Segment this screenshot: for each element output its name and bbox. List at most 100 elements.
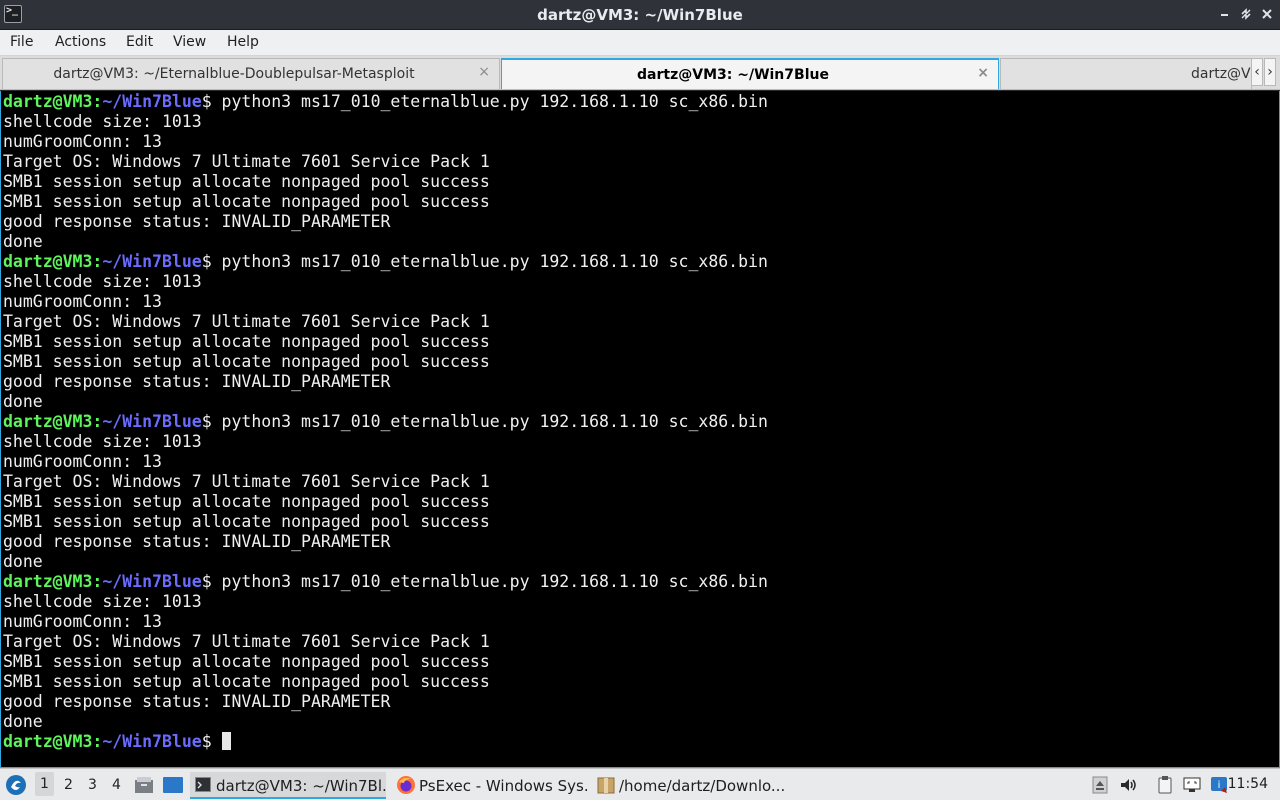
output-line: Target OS: Windows 7 Ultimate 7601 Servi… <box>3 152 490 171</box>
prompt-symbol: $ <box>201 92 212 111</box>
output-line: good response status: INVALID_PARAMETER <box>3 372 391 391</box>
svg-text:i: i <box>1218 780 1221 791</box>
clock[interactable]: 11:54 <box>1228 776 1268 792</box>
update-icon[interactable]: i <box>1209 775 1229 795</box>
output-line: SMB1 session setup allocate nonpaged poo… <box>3 492 490 511</box>
output-line: shellcode size: 1013 <box>3 112 202 131</box>
file-manager-icon[interactable] <box>134 775 154 795</box>
prompt-symbol: $ <box>201 732 212 751</box>
output-line: numGroomConn: 13 <box>3 612 162 631</box>
workspace-2[interactable]: 2 <box>64 777 73 793</box>
output-line: numGroomConn: 13 <box>3 132 162 151</box>
prompt-user: dartz@VM3 <box>3 412 93 431</box>
volume-icon[interactable] <box>1118 775 1138 795</box>
prompt-separator: : <box>92 572 103 591</box>
window-titlebar: dartz@VM3: ~/Win7Blue <box>0 0 1280 30</box>
output-line: done <box>3 392 43 411</box>
output-line: good response status: INVALID_PARAMETER <box>3 532 391 551</box>
output-line: done <box>3 552 43 571</box>
network-icon[interactable] <box>1182 775 1202 795</box>
menu-actions[interactable]: Actions <box>55 34 106 50</box>
prompt-line: dartz@VM3:~/Win7Blue$ python3 ms17_010_e… <box>3 252 768 272</box>
minimize-icon[interactable] <box>1216 5 1234 23</box>
prompt-line: dartz@VM3:~/Win7Blue$ python3 ms17_010_e… <box>3 412 768 432</box>
command-text: python3 ms17_010_eternalblue.py 192.168.… <box>211 412 768 431</box>
output-line: Target OS: Windows 7 Ultimate 7601 Servi… <box>3 632 490 651</box>
clipboard-icon[interactable] <box>1155 775 1175 795</box>
workspace-3[interactable]: 3 <box>88 777 97 793</box>
prompt-path: ~/Win7Blue <box>102 92 202 111</box>
command-text: python3 ms17_010_eternalblue.py 192.168.… <box>211 92 768 111</box>
output-line: shellcode size: 1013 <box>3 272 202 291</box>
taskbar-item-label: dartz@VM3: ~/Win7Bl... <box>216 777 386 795</box>
maximize-icon[interactable] <box>1237 5 1255 23</box>
prompt-separator: : <box>92 252 103 271</box>
taskbar-item-label: /home/dartz/Downlo... <box>619 777 786 795</box>
output-line: SMB1 session setup allocate nonpaged poo… <box>3 672 490 691</box>
output-line: numGroomConn: 13 <box>3 452 162 471</box>
workspace-1[interactable]: 1 <box>35 772 54 796</box>
tab-third[interactable]: dartz@VM3: ~/W <box>1000 58 1252 89</box>
taskbar-item-label: PsExec - Windows Sys... <box>419 777 589 795</box>
menu-view[interactable]: View <box>173 34 206 50</box>
tab-label: dartz@VM3: ~/W <box>1191 66 1251 82</box>
prompt-user: dartz@VM3 <box>3 732 93 751</box>
output-line: Target OS: Windows 7 Ultimate 7601 Servi… <box>3 312 490 331</box>
tab-label: dartz@VM3: ~/Win7Blue <box>637 67 829 83</box>
menu-file[interactable]: File <box>10 34 33 50</box>
tab-close-icon[interactable]: × <box>977 65 989 81</box>
terminal-output: dartz@VM3:~/Win7Blue$ python3 ms17_010_e… <box>3 92 768 752</box>
taskbar-item-archive[interactable]: /home/dartz/Downlo... <box>593 772 789 799</box>
taskbar: 1 2 3 4 dartz@VM3: ~/Win7Bl... PsExec - … <box>0 768 1280 800</box>
firefox-icon <box>396 775 416 795</box>
menu-help[interactable]: Help <box>227 34 259 50</box>
window-title: dartz@VM3: ~/Win7Blue <box>537 6 743 24</box>
menu-edit[interactable]: Edit <box>126 34 153 50</box>
show-desktop-icon[interactable] <box>162 775 184 795</box>
terminal-cursor <box>221 732 231 750</box>
tab-scroll-left-icon[interactable]: ‹ <box>1251 58 1263 86</box>
terminal-icon <box>195 777 211 792</box>
prompt-path: ~/Win7Blue <box>102 412 202 431</box>
tab-win7blue[interactable]: dartz@VM3: ~/Win7Blue × <box>501 58 999 89</box>
output-line: SMB1 session setup allocate nonpaged poo… <box>3 512 490 531</box>
prompt-symbol: $ <box>201 252 212 271</box>
tab-label: dartz@VM3: ~/Eternalblue-Doublepulsar-Me… <box>53 66 415 82</box>
output-line: shellcode size: 1013 <box>3 432 202 451</box>
prompt-user: dartz@VM3 <box>3 92 93 111</box>
taskbar-item-firefox[interactable]: PsExec - Windows Sys... <box>393 772 589 799</box>
archive-icon <box>596 775 616 795</box>
command-text: python3 ms17_010_eternalblue.py 192.168.… <box>211 252 768 271</box>
output-line: numGroomConn: 13 <box>3 292 162 311</box>
workspace-4[interactable]: 4 <box>112 777 121 793</box>
eject-icon[interactable] <box>1090 775 1110 795</box>
prompt-user: dartz@VM3 <box>3 572 93 591</box>
prompt-line: dartz@VM3:~/Win7Blue$ <box>3 732 768 752</box>
tab-bar: dartz@VM3: ~/Eternalblue-Doublepulsar-Me… <box>0 56 1280 90</box>
terminal-view[interactable]: dartz@VM3:~/Win7Blue$ python3 ms17_010_e… <box>0 91 1280 768</box>
prompt-user: dartz@VM3 <box>3 252 93 271</box>
tab-scroll-right-icon[interactable]: › <box>1264 58 1276 86</box>
tab-eternalblue-doublepulsar[interactable]: dartz@VM3: ~/Eternalblue-Doublepulsar-Me… <box>2 58 500 89</box>
taskbar-item-terminal[interactable]: dartz@VM3: ~/Win7Bl... <box>190 772 386 799</box>
prompt-separator: : <box>92 732 103 751</box>
start-menu-icon[interactable] <box>5 774 27 796</box>
output-line: done <box>3 712 43 731</box>
output-line: SMB1 session setup allocate nonpaged poo… <box>3 332 490 351</box>
output-line: shellcode size: 1013 <box>3 592 202 611</box>
command-text: python3 ms17_010_eternalblue.py 192.168.… <box>211 572 768 591</box>
prompt-symbol: $ <box>201 412 212 431</box>
tab-close-icon[interactable]: × <box>478 64 490 80</box>
output-line: good response status: INVALID_PARAMETER <box>3 692 391 711</box>
close-icon[interactable] <box>1258 5 1276 23</box>
prompt-path: ~/Win7Blue <box>102 732 202 751</box>
output-line: good response status: INVALID_PARAMETER <box>3 212 391 231</box>
prompt-path: ~/Win7Blue <box>102 572 202 591</box>
prompt-path: ~/Win7Blue <box>102 252 202 271</box>
menu-bar: File Actions Edit View Help <box>0 30 1280 56</box>
prompt-line: dartz@VM3:~/Win7Blue$ python3 ms17_010_e… <box>3 92 768 112</box>
prompt-separator: : <box>92 412 103 431</box>
output-line: done <box>3 232 43 251</box>
output-line: SMB1 session setup allocate nonpaged poo… <box>3 192 490 211</box>
prompt-separator: : <box>92 92 103 111</box>
